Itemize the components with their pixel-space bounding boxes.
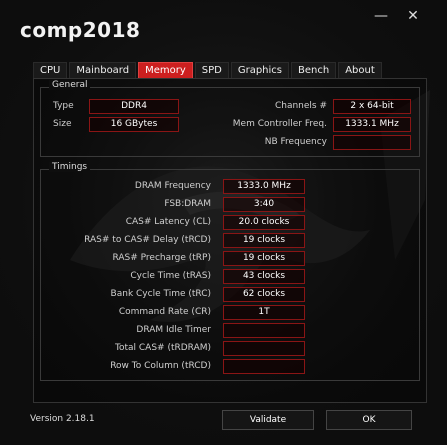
timing-label: Total CAS# (tRDRAM) [115, 343, 211, 353]
timing-label: Row To Column (tRCD) [110, 361, 211, 371]
timing-value [223, 359, 305, 374]
timings-legend: Timings [49, 162, 91, 172]
general-group: General Type DDR4 Size 16 GBytes Channel… [40, 80, 420, 157]
tab-spd[interactable]: SPD [194, 62, 229, 79]
timing-label: Command Rate (CR) [118, 307, 211, 317]
mem-controller-freq-label: Mem Controller Freq. [232, 119, 327, 129]
tab-graphics[interactable]: Graphics [230, 62, 290, 79]
nb-frequency-value [333, 135, 411, 150]
tab-mainboard[interactable]: Mainboard [69, 62, 137, 79]
timing-label: RAS# Precharge (tRP) [112, 253, 211, 263]
tab-about[interactable]: About [338, 62, 382, 79]
timing-label: Bank Cycle Time (tRC) [110, 289, 211, 299]
timing-value: 1333.0 MHz [223, 179, 305, 194]
timing-label: DRAM Frequency [134, 181, 211, 191]
channels-value: 2 x 64-bit [333, 99, 411, 114]
timing-value: 20.0 clocks [223, 215, 305, 230]
timing-value: 62 clocks [223, 287, 305, 302]
general-legend: General [49, 80, 91, 90]
timing-value: 1T [223, 305, 305, 320]
mem-controller-freq-value: 1333.1 MHz [333, 117, 411, 132]
timing-label: DRAM Idle Timer [136, 325, 211, 335]
cpuz-window: comp2018 — ✕ CPU Mainboard Memory SPD Gr… [0, 0, 447, 445]
minimize-button[interactable]: — [370, 8, 392, 24]
timing-value: 19 clocks [223, 233, 305, 248]
timing-value: 3:40 [223, 197, 305, 212]
close-button[interactable]: ✕ [402, 8, 424, 24]
timings-group: Timings DRAM Frequency 1333.0 MHz FSB:DR… [40, 162, 420, 381]
timing-value: 43 clocks [223, 269, 305, 284]
ok-button[interactable]: OK [326, 410, 412, 430]
version-label: Version 2.18.1 [30, 414, 95, 424]
type-label: Type [53, 101, 74, 111]
timing-label: CAS# Latency (CL) [125, 217, 211, 227]
timing-label: RAS# to CAS# Delay (tRCD) [84, 235, 211, 245]
tab-bar: CPU Mainboard Memory SPD Graphics Bench … [33, 62, 382, 79]
channels-label: Channels # [274, 101, 327, 111]
validate-button[interactable]: Validate [222, 410, 314, 430]
timing-value [223, 341, 305, 356]
nb-frequency-label: NB Frequency [264, 137, 327, 147]
timing-value [223, 323, 305, 338]
type-value: DDR4 [89, 99, 179, 114]
size-label: Size [53, 119, 72, 129]
tab-memory[interactable]: Memory [138, 62, 193, 79]
tab-cpu[interactable]: CPU [33, 62, 68, 79]
memory-panel: General Type DDR4 Size 16 GBytes Channel… [33, 78, 427, 403]
timing-label: FSB:DRAM [164, 199, 211, 209]
size-value: 16 GBytes [89, 117, 179, 132]
footer-bar: Version 2.18.1 Validate OK [0, 405, 447, 445]
tab-bench[interactable]: Bench [291, 62, 337, 79]
window-controls: — ✕ [370, 8, 424, 24]
timing-label: Cycle Time (tRAS) [130, 271, 211, 281]
timing-value: 19 clocks [223, 251, 305, 266]
window-title: comp2018 [20, 18, 141, 42]
